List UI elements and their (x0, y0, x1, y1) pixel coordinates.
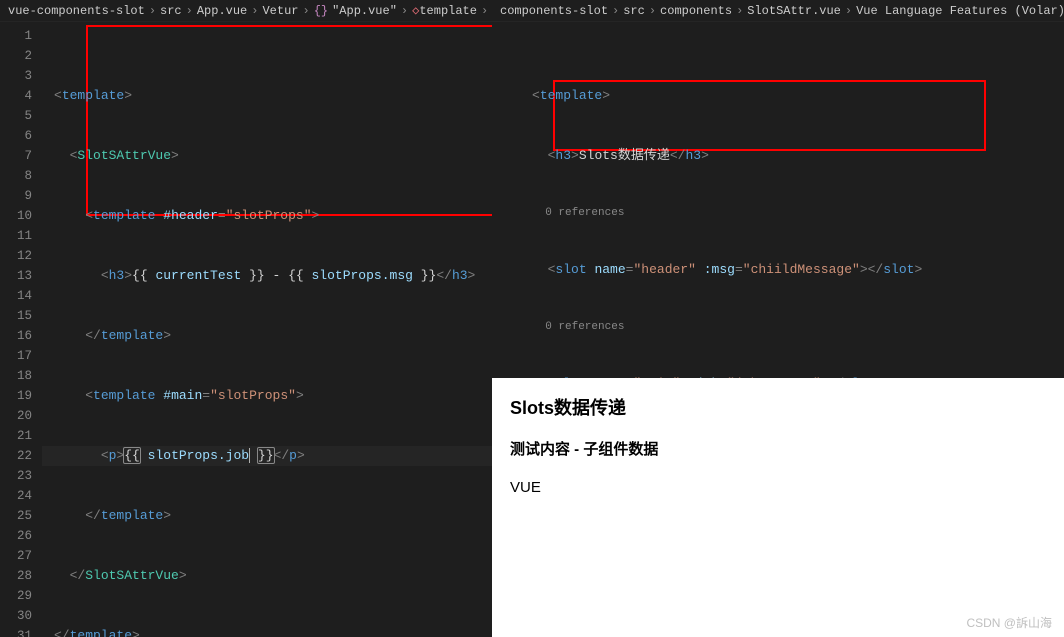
preview-row: 测试内容 - 子组件数据 (510, 438, 1046, 459)
preview-row: VUE (510, 479, 1046, 496)
right-code[interactable]: <template> <h3>Slots数据传递</h3> 0 referenc… (520, 22, 1064, 378)
left-editor-pane: vue-components-slot› src› App.vue› Vetur… (0, 0, 492, 637)
gutter: 1234567891011121314151617181920212223242… (0, 22, 42, 637)
crumb[interactable]: App.vue (197, 4, 247, 18)
references[interactable]: 0 references (545, 321, 624, 333)
crumb[interactable]: components (660, 4, 732, 18)
crumb[interactable]: src (160, 4, 182, 18)
watermark: CSDN @訴山海 (966, 614, 1052, 631)
crumb[interactable]: Vue Language Features (Volar) (856, 4, 1064, 18)
crumb[interactable]: components-slot (500, 4, 608, 18)
preview-title: Slots数据传递 (510, 394, 1046, 420)
right-editor[interactable]: <template> <h3>Slots数据传递</h3> 0 referenc… (492, 22, 1064, 378)
crumb[interactable]: SlotSAttr.vue (747, 4, 841, 18)
left-editor[interactable]: 1234567891011121314151617181920212223242… (0, 22, 492, 637)
breadcrumb-left[interactable]: vue-components-slot› src› App.vue› Vetur… (0, 0, 492, 22)
right-pane: components-slot› src› components› SlotSA… (492, 0, 1064, 637)
crumb[interactable]: Vetur (262, 4, 298, 18)
breadcrumb-right[interactable]: components-slot› src› components› SlotSA… (492, 0, 1064, 22)
left-code[interactable]: <template> <SlotSAttrVue> <template #hea… (42, 22, 492, 637)
crumb[interactable]: src (623, 4, 645, 18)
preview-panel: Slots数据传递 测试内容 - 子组件数据 VUE CSDN @訴山海 (492, 378, 1064, 637)
references[interactable]: 0 references (545, 207, 624, 219)
crumb[interactable]: "App.vue" (332, 4, 397, 18)
red-highlight-box (86, 25, 492, 216)
crumb[interactable]: vue-components-slot (8, 4, 145, 18)
gutter (492, 22, 520, 378)
crumb[interactable]: template (419, 4, 477, 18)
